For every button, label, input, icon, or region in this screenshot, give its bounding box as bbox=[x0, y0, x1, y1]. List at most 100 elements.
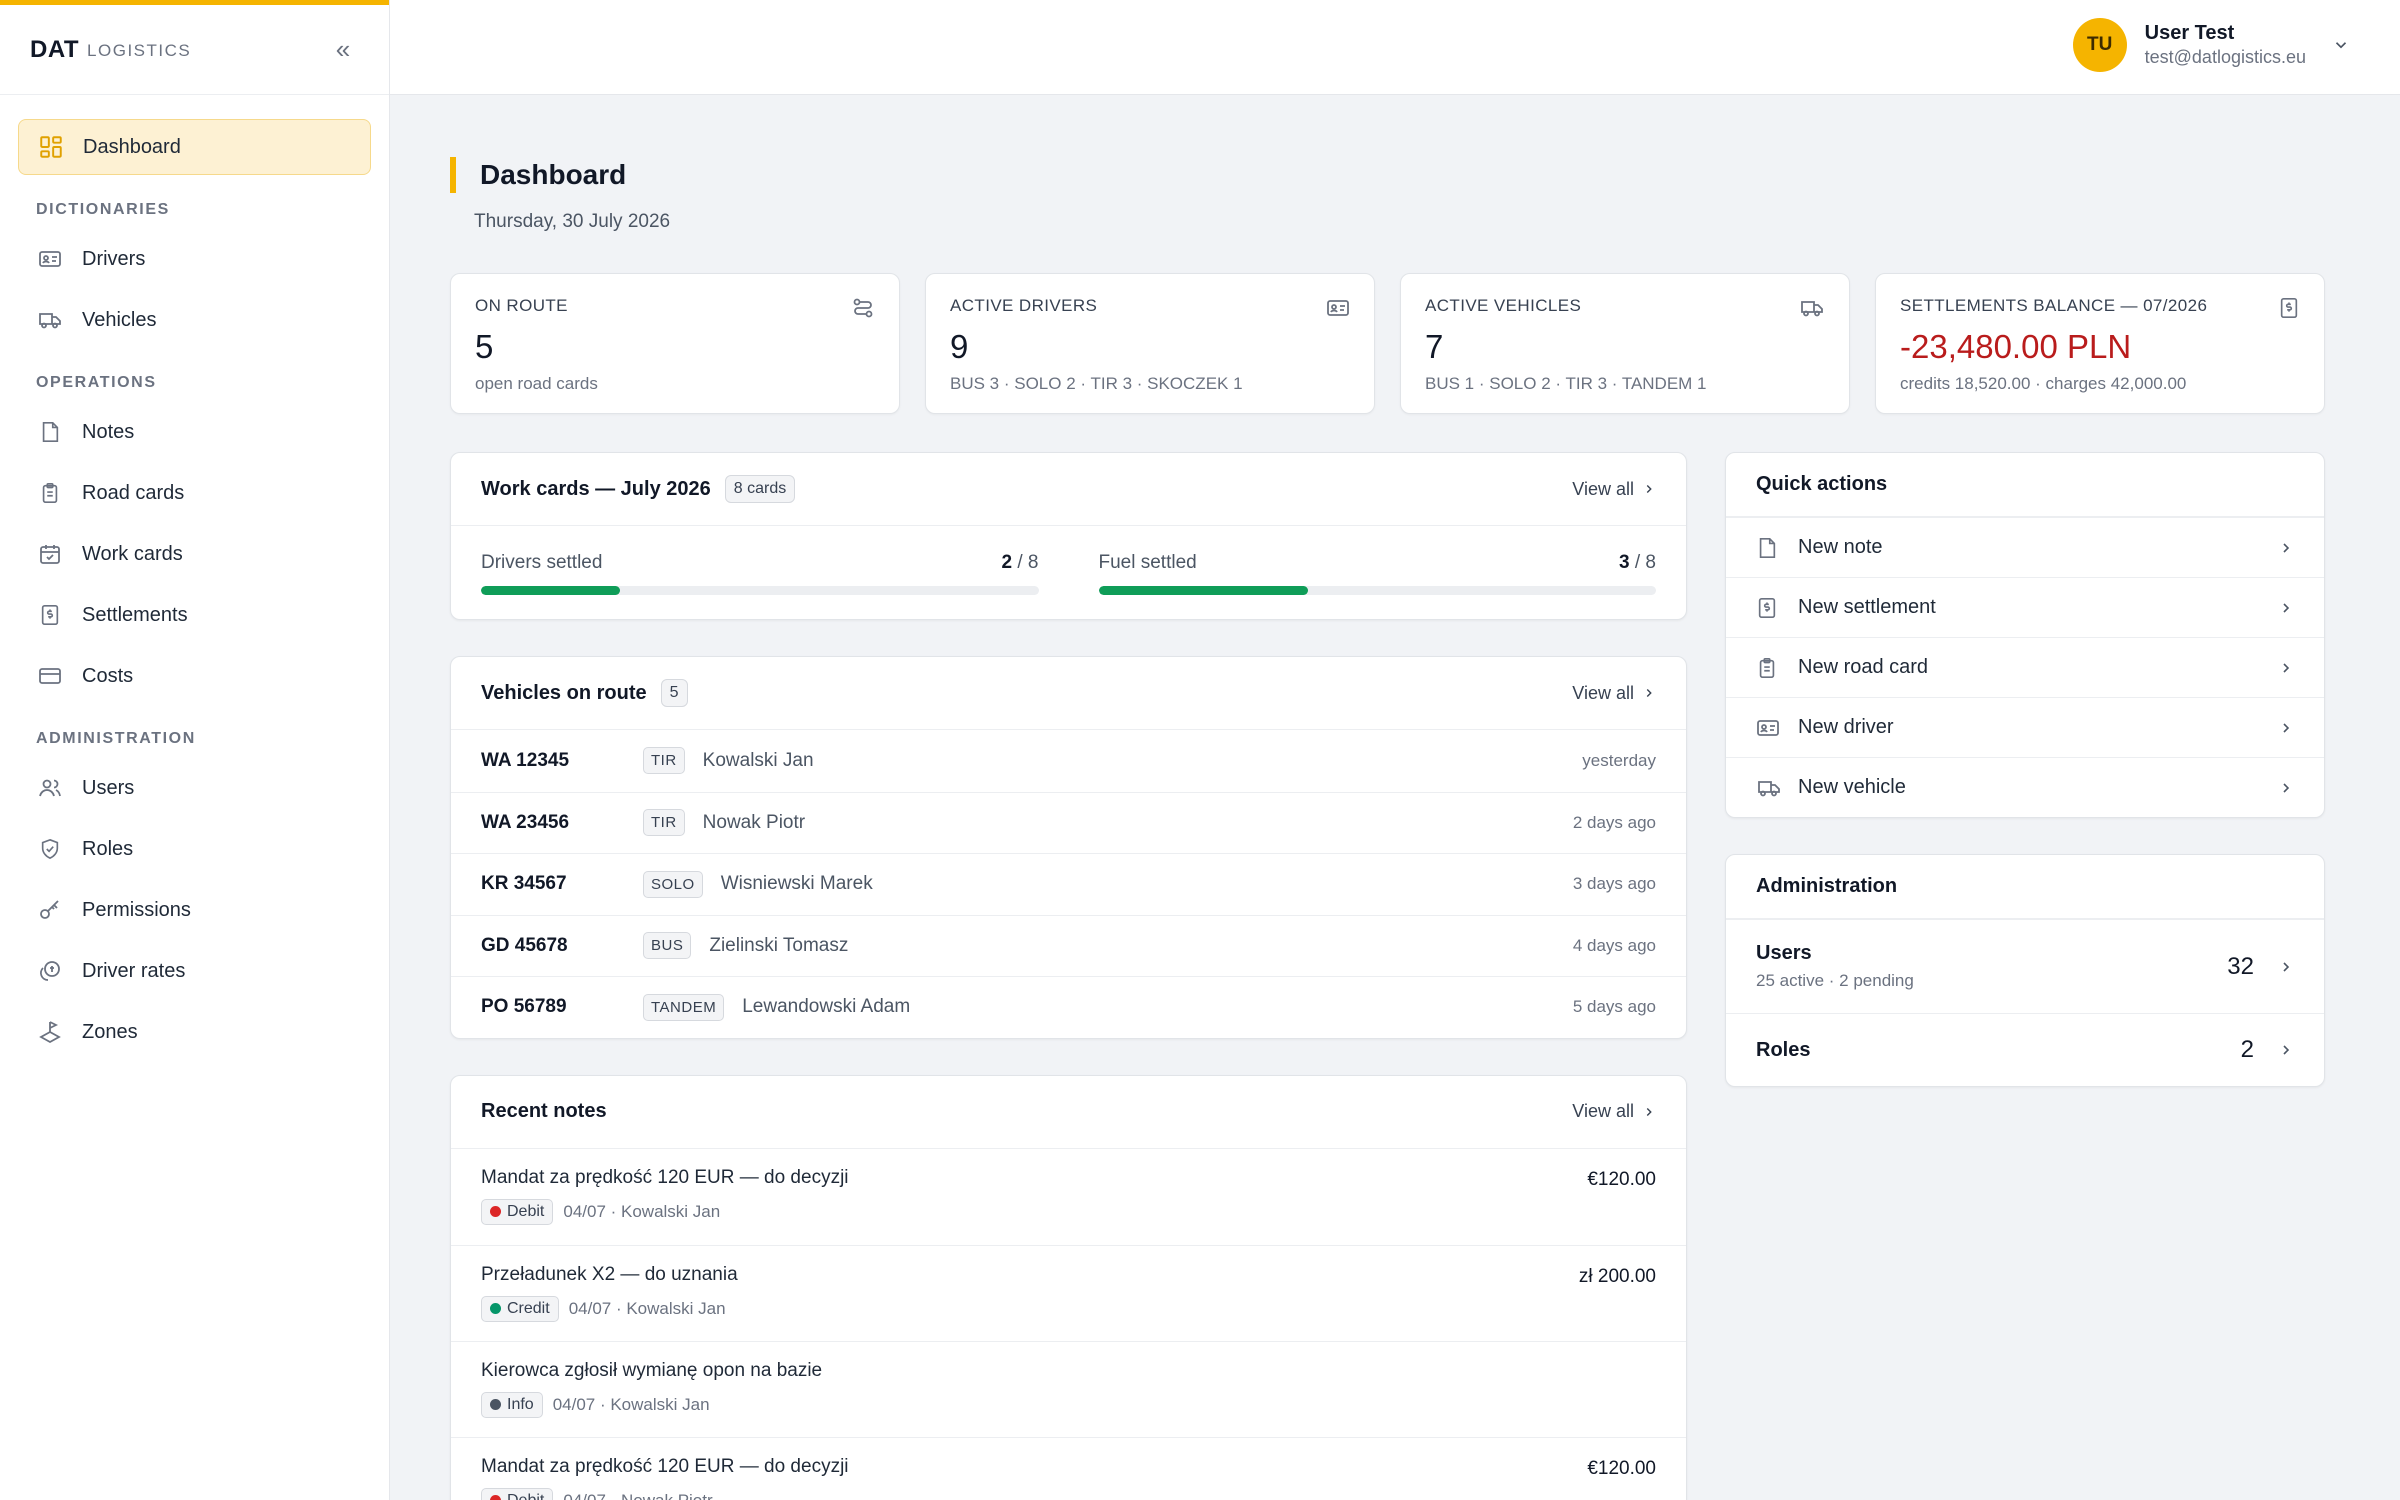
card-title: Quick actions bbox=[1756, 473, 1888, 495]
sidebar-item-users[interactable]: Users bbox=[18, 760, 371, 816]
count-badge: 5 bbox=[660, 679, 688, 707]
stat-value: 5 bbox=[475, 328, 494, 365]
view-all-link[interactable]: View all bbox=[1572, 1101, 1656, 1122]
section-dictionaries: DICTIONARIES bbox=[36, 201, 170, 218]
note-type-tag: Debit bbox=[481, 1487, 554, 1500]
sidebar-item-road-cards[interactable]: Road cards bbox=[18, 465, 371, 521]
progress-total: / 8 bbox=[1017, 552, 1039, 573]
chevron-down-icon[interactable] bbox=[2332, 36, 2350, 54]
note-title: Kierowca zgłosił wymianę opon na bazie bbox=[481, 1359, 823, 1381]
driver-name: Nowak Piotr bbox=[702, 811, 806, 833]
sidebar-nav: Dashboard DICTIONARIES Drivers Vehicles … bbox=[0, 95, 389, 1089]
sidebar-item-settlements[interactable]: Settlements bbox=[18, 587, 371, 643]
sidebar-item-label: Permissions bbox=[82, 898, 191, 921]
new-note-button[interactable]: New note bbox=[1726, 517, 2324, 577]
list-item[interactable]: Mandat za prędkość 120 EUR — do decyzji … bbox=[451, 1436, 1686, 1500]
note-title: Mandat za prędkość 120 EUR — do decyzji bbox=[481, 1455, 849, 1477]
view-all-link[interactable]: View all bbox=[1572, 683, 1656, 704]
table-row[interactable]: WA 23456 TIR Nowak Piotr 2 days ago bbox=[451, 791, 1686, 854]
view-all-label: View all bbox=[1572, 1101, 1634, 1121]
note-icon bbox=[1756, 536, 1782, 560]
admin-item-label: Roles bbox=[1756, 1038, 1811, 1061]
collapse-sidebar-icon[interactable]: « bbox=[327, 34, 359, 66]
sidebar-item-costs[interactable]: Costs bbox=[18, 648, 371, 704]
list-item[interactable]: Mandat za prędkość 120 EUR — do decyzji … bbox=[451, 1149, 1686, 1245]
truck-icon bbox=[1799, 296, 1825, 320]
sidebar-item-vehicles[interactable]: Vehicles bbox=[18, 292, 371, 348]
card-header: Vehicles on route 5 View all bbox=[451, 657, 1686, 730]
list-item[interactable]: Kierowca zgłosił wymianę opon na bazie I… bbox=[451, 1340, 1686, 1437]
table-row[interactable]: PO 56789 TANDEM Lewandowski Adam 5 days … bbox=[451, 976, 1686, 1038]
card-header: Work cards — July 2026 8 cards View all bbox=[451, 453, 1686, 526]
new-road-card-button[interactable]: New road card bbox=[1726, 637, 2324, 697]
chevron-right-icon bbox=[2278, 720, 2294, 736]
chevron-right-icon bbox=[2278, 1042, 2294, 1058]
note-meta: Debit 04/07 · Nowak Piotr bbox=[481, 1487, 1656, 1500]
table-row[interactable]: WA 12345 TIR Kowalski Jan yesterday bbox=[451, 730, 1686, 792]
page-date: Thursday, 30 July 2026 bbox=[474, 211, 671, 232]
sidebar-item-driver-rates[interactable]: Driver rates bbox=[18, 943, 371, 999]
sidebar-item-permissions[interactable]: Permissions bbox=[18, 882, 371, 938]
table-row[interactable]: KR 34567 SOLO Wisniewski Marek 3 days ag… bbox=[451, 853, 1686, 915]
admin-roles-link[interactable]: Roles 2 bbox=[1726, 1013, 2324, 1086]
list-item[interactable]: Przeładunek X2 — do uznania Credit 04/07… bbox=[451, 1244, 1686, 1341]
user-info: User Test test@datlogistics.eu bbox=[2145, 22, 2306, 68]
note-type-tag: Credit bbox=[481, 1295, 559, 1322]
quick-actions-panel: Quick actions New note New settlement Ne… bbox=[1725, 452, 2325, 818]
progress-label: Drivers settled bbox=[481, 552, 603, 573]
new-driver-button[interactable]: New driver bbox=[1726, 697, 2324, 757]
stat-card-settlements-balance: SETTLEMENTS BALANCE — 07/2026 -23,480.00… bbox=[1875, 273, 2325, 414]
user-menu[interactable]: TU User Test test@datlogistics.eu bbox=[2072, 18, 2350, 72]
card-title: Administration bbox=[1756, 875, 1898, 897]
progress-bar bbox=[481, 586, 1039, 595]
stat-label: ACTIVE DRIVERS bbox=[950, 296, 1098, 315]
status-dot bbox=[490, 1399, 501, 1410]
admin-users-link[interactable]: Users 25 active · 2 pending 32 bbox=[1726, 919, 2324, 1013]
administration-panel: Administration Users 25 active · 2 pendi… bbox=[1725, 854, 2325, 1087]
content-columns: Work cards — July 2026 8 cards View all … bbox=[450, 452, 2325, 1500]
card-title: Work cards — July 2026 bbox=[481, 477, 711, 500]
sidebar-item-label: Vehicles bbox=[82, 308, 157, 331]
tag-label: Debit bbox=[507, 1491, 545, 1500]
brand: DAT LOGISTICS « bbox=[0, 5, 389, 95]
sidebar-item-label: Costs bbox=[82, 664, 134, 687]
stat-value: 7 bbox=[1425, 328, 1444, 365]
sidebar-item-dashboard[interactable]: Dashboard bbox=[18, 119, 371, 175]
id-card-icon bbox=[36, 245, 64, 273]
sidebar-item-label: Driver rates bbox=[82, 959, 186, 982]
progress-fill bbox=[1098, 586, 1308, 595]
right-column: Quick actions New note New settlement Ne… bbox=[1725, 452, 2325, 1123]
new-vehicle-button[interactable]: New vehicle bbox=[1726, 757, 2324, 817]
progress-done: 3 bbox=[1619, 552, 1630, 573]
note-icon bbox=[36, 418, 64, 446]
sidebar-item-notes[interactable]: Notes bbox=[18, 404, 371, 460]
relative-time: 2 days ago bbox=[1572, 812, 1656, 832]
relative-time: 3 days ago bbox=[1572, 874, 1656, 894]
chevron-right-icon bbox=[2278, 959, 2294, 975]
stat-card-active-drivers: ACTIVE DRIVERS 9 BUS 3 · SOLO 2 · TIR 3 … bbox=[925, 273, 1375, 414]
sidebar-item-label: Drivers bbox=[82, 247, 146, 270]
table-row[interactable]: GD 45678 BUS Zielinski Tomasz 4 days ago bbox=[451, 914, 1686, 977]
fuel-settled-progress: Fuel settled 3 / 8 bbox=[1098, 552, 1656, 595]
relative-time: yesterday bbox=[1582, 750, 1656, 770]
calendar-check-icon bbox=[36, 540, 64, 568]
note-date-driver: 04/07 · Kowalski Jan bbox=[568, 1298, 726, 1318]
chevron-right-icon bbox=[1642, 482, 1656, 496]
note-title: Przeładunek X2 — do uznania bbox=[481, 1263, 738, 1285]
driver-name: Wisniewski Marek bbox=[720, 873, 873, 895]
sidebar-item-label: Road cards bbox=[82, 481, 185, 504]
sidebar-item-work-cards[interactable]: Work cards bbox=[18, 526, 371, 582]
note-date-driver: 04/07 · Kowalski Jan bbox=[563, 1201, 721, 1221]
sidebar-item-drivers[interactable]: Drivers bbox=[18, 231, 371, 287]
progress-fill bbox=[481, 586, 621, 595]
view-all-link[interactable]: View all bbox=[1572, 479, 1656, 500]
sidebar-item-roles[interactable]: Roles bbox=[18, 821, 371, 877]
stat-value-negative: -23,480.00 PLN bbox=[1900, 328, 2132, 365]
sidebar-item-zones[interactable]: Zones bbox=[18, 1004, 371, 1060]
chevron-right-icon bbox=[1642, 1105, 1656, 1119]
note-date-driver: 04/07 · Kowalski Jan bbox=[552, 1394, 710, 1414]
left-column: Work cards — July 2026 8 cards View all … bbox=[450, 452, 1687, 1500]
credit-card-icon bbox=[36, 662, 64, 690]
new-settlement-button[interactable]: New settlement bbox=[1726, 577, 2324, 637]
action-label: New settlement bbox=[1798, 596, 1936, 618]
